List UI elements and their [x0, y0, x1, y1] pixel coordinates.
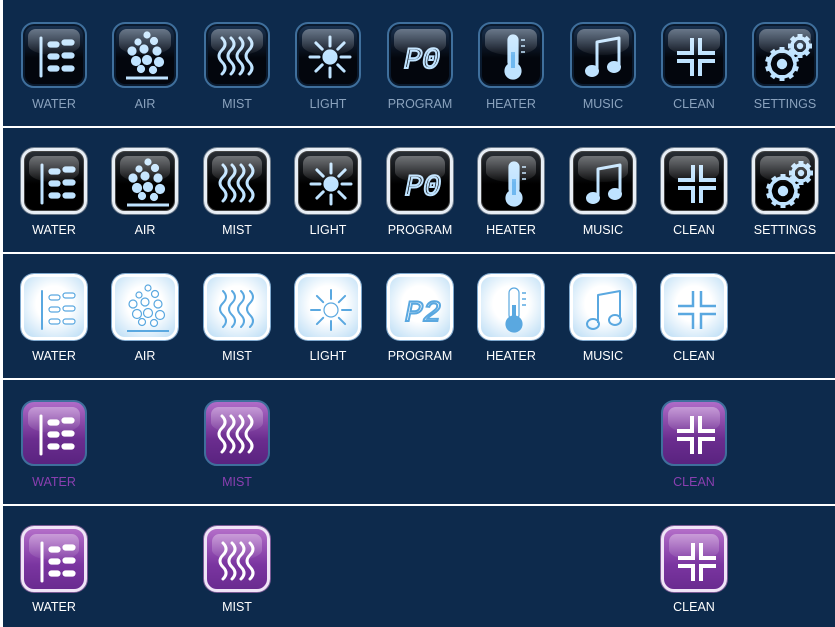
settings-gears-icon[interactable]	[752, 148, 818, 214]
water-jets-icon[interactable]	[21, 400, 87, 466]
control-label: MIST	[222, 223, 252, 237]
control-label: HEATER	[486, 349, 536, 363]
control-label: CLEAN	[673, 97, 715, 111]
control-label: LIGHT	[309, 349, 347, 363]
mist-icon[interactable]	[204, 526, 270, 592]
mist-icon[interactable]	[204, 22, 270, 88]
clean-icon[interactable]	[661, 22, 727, 88]
control-label: SETTINGS	[753, 97, 817, 111]
control-label: PROGRAM	[387, 223, 453, 237]
control-label: LIGHT	[309, 223, 347, 237]
control-label: MUSIC	[582, 97, 624, 111]
program-display-icon[interactable]: P2	[387, 274, 453, 340]
control-label: WATER	[32, 223, 76, 237]
mist-icon[interactable]	[204, 148, 270, 214]
control-label: WATER	[32, 600, 76, 614]
music-note-icon[interactable]	[570, 22, 636, 88]
music-note-icon[interactable]	[570, 148, 636, 214]
control-label: MUSIC	[582, 223, 624, 237]
heater-thermometer-icon[interactable]	[478, 22, 544, 88]
control-label: MIST	[222, 97, 252, 111]
control-label: CLEAN	[673, 475, 715, 489]
control-label: MIST	[222, 349, 252, 363]
control-label: AIR	[134, 349, 156, 363]
program-display-icon[interactable]: P0	[387, 148, 453, 214]
air-bubbles-icon[interactable]	[112, 22, 178, 88]
light-icon[interactable]	[295, 148, 361, 214]
water-jets-icon[interactable]	[21, 274, 87, 340]
music-note-icon[interactable]	[570, 274, 636, 340]
control-label: AIR	[134, 97, 156, 111]
control-label: AIR	[134, 223, 156, 237]
clean-icon[interactable]	[661, 274, 727, 340]
control-label: PROGRAM	[387, 349, 453, 363]
control-label: SETTINGS	[753, 223, 817, 237]
svg-text:P0: P0	[405, 171, 441, 205]
control-label: WATER	[32, 349, 76, 363]
control-label: MUSIC	[582, 349, 624, 363]
svg-text:P2: P2	[405, 297, 441, 331]
control-label: MIST	[222, 475, 252, 489]
heater-thermometer-icon[interactable]	[478, 148, 544, 214]
control-label: WATER	[32, 475, 76, 489]
mist-icon[interactable]	[204, 400, 270, 466]
clean-icon[interactable]	[661, 526, 727, 592]
control-label: WATER	[32, 97, 76, 111]
air-bubbles-icon[interactable]	[112, 274, 178, 340]
mist-icon[interactable]	[204, 274, 270, 340]
svg-text:P0: P0	[404, 44, 440, 78]
water-jets-icon[interactable]	[21, 148, 87, 214]
control-label: LIGHT	[309, 97, 347, 111]
light-icon[interactable]	[295, 22, 361, 88]
water-jets-icon[interactable]	[21, 22, 87, 88]
settings-gears-icon[interactable]	[752, 22, 818, 88]
air-bubbles-icon[interactable]	[112, 148, 178, 214]
control-label: HEATER	[486, 223, 536, 237]
water-jets-icon[interactable]	[21, 526, 87, 592]
heater-thermometer-icon[interactable]	[478, 274, 544, 340]
control-label: PROGRAM	[387, 97, 453, 111]
control-label: CLEAN	[673, 223, 715, 237]
light-icon[interactable]	[295, 274, 361, 340]
clean-icon[interactable]	[661, 400, 727, 466]
clean-icon[interactable]	[661, 148, 727, 214]
program-display-icon[interactable]: P0	[387, 22, 453, 88]
control-label: MIST	[222, 600, 252, 614]
control-label: CLEAN	[673, 349, 715, 363]
control-label: CLEAN	[673, 600, 715, 614]
control-label: HEATER	[486, 97, 536, 111]
